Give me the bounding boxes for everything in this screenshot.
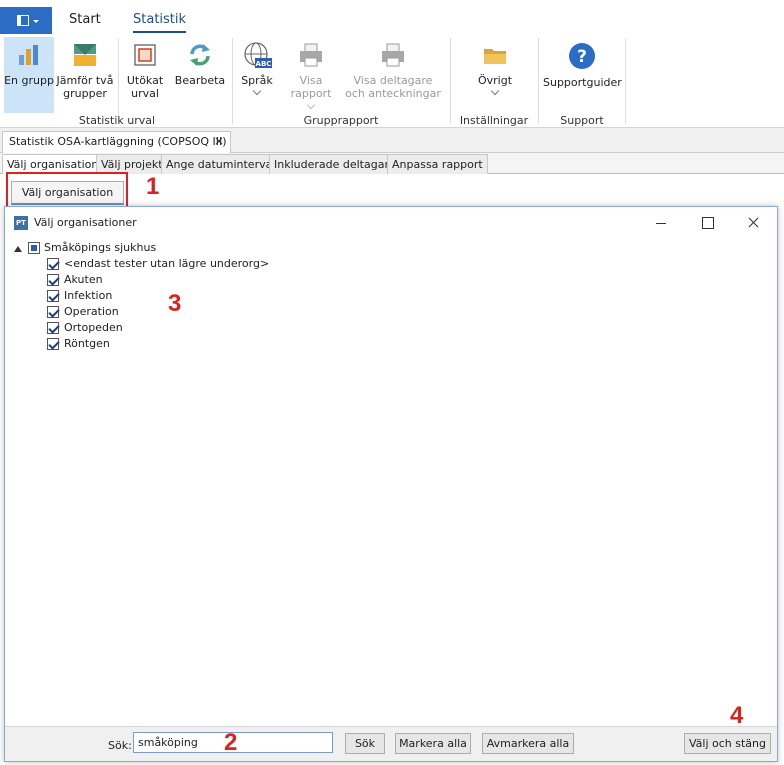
annotation-2: 2 [224, 729, 238, 756]
refresh-icon [190, 44, 210, 66]
help-glyph: ? [577, 47, 587, 67]
tab-choose-organisation[interactable]: Välj organisation [2, 154, 104, 174]
one-group-button[interactable]: En grupp [4, 37, 54, 113]
tree-item[interactable]: Röntgen [47, 337, 347, 353]
document-tab[interactable]: Statistik OSA-kartläggning (COPSOQ III) … [2, 131, 231, 153]
tree-item[interactable]: Operation [47, 305, 347, 321]
show-participants-button[interactable]: Visa deltagare och anteckningar [344, 37, 442, 113]
tab-statistik[interactable]: Statistik [133, 12, 187, 33]
ribbon-tab-bar: Start Statistik [0, 0, 784, 34]
app-icon: PT [14, 216, 28, 230]
annotation-3: 3 [168, 290, 182, 317]
menu-icon [17, 15, 29, 26]
tab-start[interactable]: Start [69, 12, 101, 27]
extended-selection-button[interactable]: Utökat urval [123, 37, 167, 113]
globe-language-icon: ABC [244, 42, 272, 68]
group-label-group-report: Grupprapport [303, 114, 379, 127]
tab-choose-project[interactable]: Välj projekt [96, 154, 168, 174]
show-report-button[interactable]: Visa rapport [280, 37, 342, 113]
bar-chart-icon [19, 45, 38, 65]
close-icon[interactable] [730, 207, 776, 238]
dialog-title: Välj organisationer [34, 216, 137, 229]
close-tab-icon[interactable]: × [214, 134, 224, 148]
printer-icon [300, 43, 322, 67]
select-and-close-button[interactable]: Välj och stäng [684, 733, 771, 754]
tree-item[interactable]: Infektion [47, 289, 347, 305]
search-label: Sök: [108, 739, 132, 752]
group-label-statistics: Statistik urval [78, 114, 156, 127]
dropdown-arrow-icon [33, 20, 39, 23]
tab-customize-report[interactable]: Anpassa rapport [387, 154, 488, 174]
dialog-title-bar[interactable]: PT Välj organisationer [5, 207, 777, 238]
compare-two-groups-button[interactable]: Jämför två grupper [56, 37, 114, 113]
annotation-1: 1 [146, 173, 160, 200]
other-button[interactable]: Övrigt [470, 37, 520, 113]
tree-item[interactable]: Ortopeden [47, 321, 347, 337]
choose-organisations-dialog: PT Välj organisationer Småköpings sjukhu… [4, 206, 778, 762]
tree-checkbox[interactable] [47, 274, 59, 286]
tree-checkbox[interactable] [47, 258, 59, 270]
process-button[interactable]: Bearbeta [173, 37, 227, 113]
printer-icon [382, 43, 404, 67]
maximize-icon[interactable] [684, 207, 730, 238]
tab-date-interval[interactable]: Ange datumintervall [161, 154, 284, 174]
organisation-tree: Småköpings sjukhus <endast tester utan l… [5, 238, 777, 726]
mark-all-button[interactable]: Markera alla [395, 733, 471, 754]
ribbon: En grupp Jämför två grupper Utökat urval… [0, 34, 784, 128]
tree-checkbox[interactable] [47, 306, 59, 318]
abc-badge-text: ABC [256, 60, 272, 68]
expand-arrow-icon[interactable] [14, 246, 22, 252]
minimize-icon[interactable] [638, 207, 684, 238]
tab-included-participants[interactable]: Inkluderade deltagare [269, 154, 401, 174]
document-tab-title: Statistik OSA-kartläggning (COPSOQ III) [9, 135, 227, 148]
help-icon: ? [569, 43, 595, 69]
file-menu-button[interactable] [0, 7, 52, 34]
chevron-down-icon [490, 86, 500, 96]
compare-groups-icon [74, 44, 96, 66]
dialog-footer: Sök: Sök Markera alla Avmarkera alla Väl… [5, 726, 777, 761]
tree-checkbox[interactable] [28, 242, 40, 254]
ribbon-separator [232, 38, 233, 124]
group-label-settings: Inställningar [459, 114, 529, 127]
chevron-down-icon [306, 100, 316, 110]
chevron-down-icon [252, 86, 262, 96]
extended-selection-icon [134, 44, 156, 66]
annotation-4: 4 [730, 702, 744, 729]
sub-tab-strip: Välj organisation Välj projekt Ange datu… [0, 153, 784, 174]
search-button[interactable]: Sök [345, 733, 385, 754]
language-button[interactable]: ABC Språk [237, 37, 277, 113]
group-label-support: Support [560, 114, 604, 127]
tree-checkbox[interactable] [47, 322, 59, 334]
unmark-all-button[interactable]: Avmarkera alla [482, 733, 574, 754]
tree-item[interactable]: Akuten [47, 273, 347, 289]
ribbon-separator [118, 38, 119, 124]
document-tab-strip: Statistik OSA-kartläggning (COPSOQ III) … [0, 128, 784, 153]
tree-root-row[interactable]: Småköpings sjukhus [13, 241, 313, 257]
tree-checkbox[interactable] [47, 290, 59, 302]
tree-checkbox[interactable] [47, 338, 59, 350]
folder-icon [484, 49, 506, 64]
ribbon-separator [450, 38, 451, 124]
ribbon-separator [538, 38, 539, 124]
support-guides-button[interactable]: ? Supportguider [543, 37, 622, 113]
tree-root-label: Småköpings sjukhus [44, 241, 157, 254]
annotation-highlight-box [6, 172, 128, 210]
ribbon-separator [625, 38, 626, 124]
tree-item[interactable]: <endast tester utan lägre underorg> [47, 257, 347, 273]
